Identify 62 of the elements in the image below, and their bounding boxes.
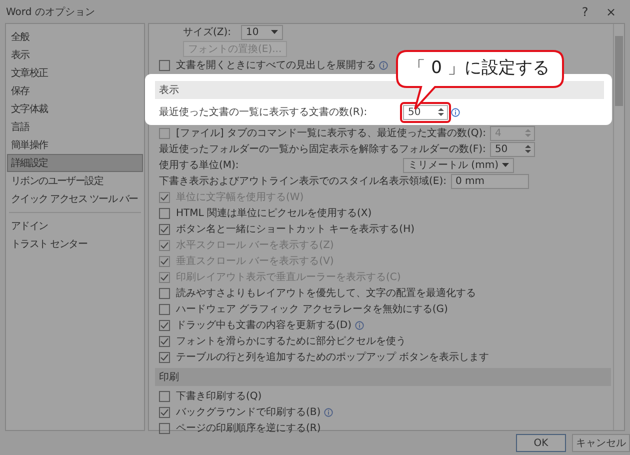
checkbox[interactable] — [159, 224, 170, 234]
option-label: ドラッグ中も文書の内容を更新する(D) — [176, 318, 352, 332]
checkbox[interactable] — [159, 60, 170, 70]
checkbox[interactable] — [159, 406, 170, 418]
sidebar-item[interactable]: 簡単操作 — [7, 136, 143, 154]
sidebar-item[interactable]: 文字体裁 — [7, 100, 143, 118]
sidebar-item[interactable]: クイック アクセス ツール バー — [7, 190, 143, 208]
caret-icon — [502, 163, 510, 167]
spinner-arrows-icon[interactable] — [524, 144, 531, 154]
option-label: テーブルの行と列を追加するためのポップアップ ボタンを表示します — [176, 350, 490, 364]
checkbox[interactable] — [159, 336, 170, 346]
option-label: フォントを滑らかにするために部分ピクセルを使う — [176, 334, 406, 348]
number-field[interactable]: 50 — [490, 142, 535, 156]
sidebar-item[interactable]: 保存 — [7, 82, 143, 100]
window-title: Word のオプション — [6, 6, 96, 18]
callout-text: 「 0 」に設定する — [408, 57, 550, 80]
sidebar-item[interactable]: トラスト センター — [7, 235, 143, 253]
info-icon — [379, 60, 388, 70]
sidebar-item[interactable]: 言語 — [7, 118, 143, 136]
scrollbar[interactable] — [613, 24, 624, 430]
sidebar-item[interactable]: 文章校正 — [7, 64, 143, 82]
dropdown[interactable]: ミリメートル (mm) — [403, 158, 514, 172]
checkbox[interactable] — [159, 320, 170, 330]
text-field[interactable]: 0 mm — [450, 174, 528, 188]
field-label: 下書き表示およびアウトライン表示でのスタイル名表示領域(E): — [159, 174, 446, 188]
option-label: 下書き印刷する(Q) — [176, 390, 262, 403]
sidebar-item[interactable]: 表示 — [7, 46, 143, 64]
sidebar-item[interactable]: リボンのユーザー設定 — [7, 172, 143, 190]
help-button[interactable]: ? — [572, 4, 598, 18]
spinner-arrows-icon[interactable] — [438, 107, 444, 117]
option-label: バックグラウンドで印刷する(B) — [176, 406, 321, 419]
option-label: 文書を開くときにすべての見出しを展開する — [176, 58, 376, 72]
field-label: 最近使ったフォルダーの一覧から固定表示を解除するフォルダーの数(F): — [159, 142, 486, 156]
dropdown[interactable]: 10 — [241, 24, 284, 40]
info-icon — [451, 108, 460, 116]
number-field[interactable]: 50 — [403, 104, 448, 120]
sidebar-item[interactable]: 詳細設定 — [7, 154, 143, 172]
checkbox[interactable] — [159, 304, 170, 314]
field-label: 使用する単位(M): — [159, 159, 240, 172]
checkbox[interactable] — [159, 352, 170, 362]
sidebar-item[interactable]: アドイン — [7, 217, 143, 235]
checkbox[interactable] — [159, 208, 170, 218]
option-label: HTML 関連は単位にピクセルを使用する(X) — [176, 206, 372, 220]
option-label: ボタン名と一緒にショートカット キーを表示する(H) — [176, 222, 415, 236]
field-label: サイズ(Z): — [183, 26, 232, 39]
field-label: [ファイル] タブのコマンド一覧に表示する、最近使った文書の数(Q): — [176, 126, 486, 140]
info-icon — [324, 408, 333, 416]
cancel-button[interactable]: キャンセル — [572, 434, 630, 452]
sidebar-item[interactable]: 全般 — [7, 28, 143, 46]
section-header: 印刷 — [155, 368, 611, 386]
caret-icon — [271, 30, 278, 34]
close-button[interactable]: × — [598, 4, 624, 18]
checkbox[interactable] — [159, 422, 170, 434]
checkbox[interactable] — [159, 288, 170, 298]
option-label: ハードウェア グラフィック アクセラレータを無効にする(G) — [176, 302, 448, 316]
option-label: 読みやすさよりもレイアウトを優先して、文字の配置を最適化する — [176, 286, 476, 300]
option-label: ページの印刷順序を逆にする(R) — [176, 422, 321, 435]
info-icon — [354, 320, 364, 330]
field-label: 最近使った文書の一覧に表示する文書の数(R): — [159, 106, 368, 119]
ok-button[interactable]: OK — [516, 434, 566, 452]
scrollbar-thumb[interactable] — [615, 36, 623, 106]
checkbox[interactable] — [159, 390, 170, 402]
